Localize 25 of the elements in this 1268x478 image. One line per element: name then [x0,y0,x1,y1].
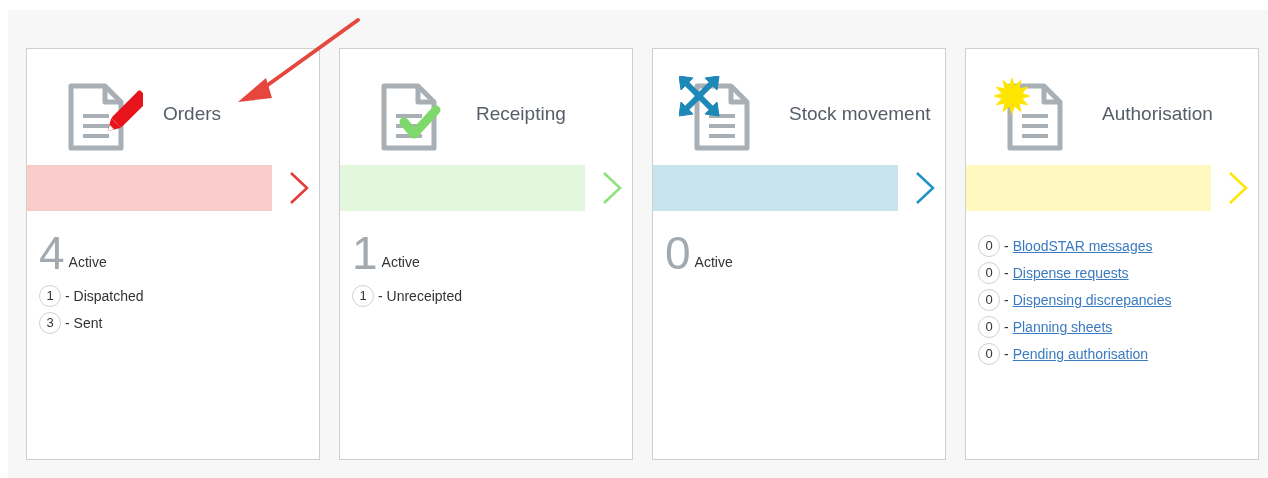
chevron-icon[interactable] [289,171,309,205]
dash-separator: - [1004,344,1009,364]
active-label: Active [68,253,107,272]
item-label: - Sent [65,313,103,333]
dash-separator: - [1004,317,1009,337]
item-label: - Dispatched [65,286,144,306]
item-label: - Unreceipted [378,286,463,306]
active-count: 0 [665,233,691,273]
card-title: Receipting [476,101,566,126]
item-link[interactable]: BloodSTAR messages [1012,235,1153,257]
active-label: Active [381,253,420,272]
chevron-icon[interactable] [915,171,935,205]
card-title: Authorisation [1102,101,1213,126]
item-link[interactable]: Planning sheets [1012,316,1113,338]
dash-separator: - [1004,290,1009,310]
dash-separator: - [1004,236,1009,256]
dash-separator: - [1004,263,1009,283]
active-label: Active [694,253,733,272]
item-link[interactable]: Dispensing discrepancies [1012,289,1172,311]
item-link[interactable]: Pending authorisation [1012,343,1149,365]
card-title: Stock movement [789,101,931,126]
active-count: 4 [39,233,65,273]
card-title: Orders [163,101,222,126]
active-count: 1 [352,233,378,273]
item-link[interactable]: Dispense requests [1012,262,1129,284]
